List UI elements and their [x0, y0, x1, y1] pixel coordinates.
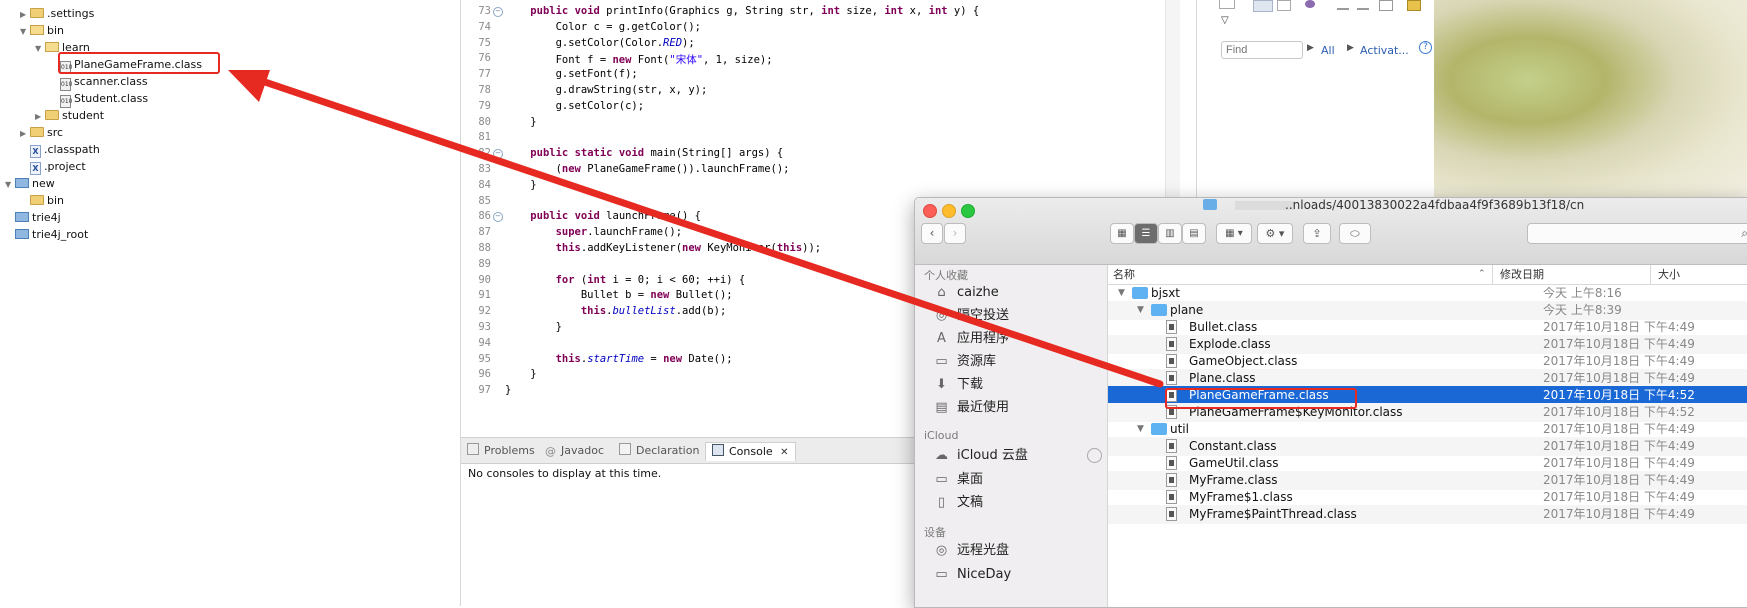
annotation-arrow: [228, 70, 1164, 388]
